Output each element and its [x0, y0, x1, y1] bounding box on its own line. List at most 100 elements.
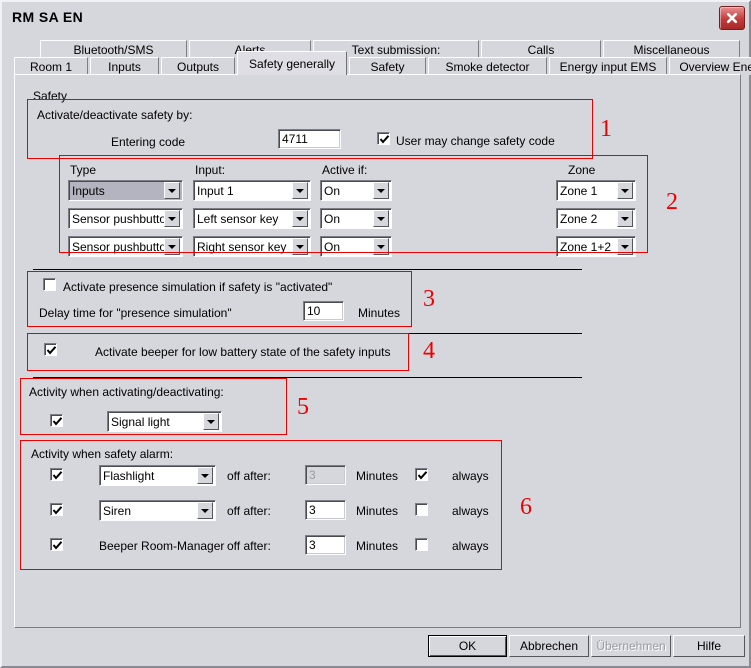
safety-row-1-input-select-value: Input 1: [197, 183, 234, 198]
user-may-change-label: User may change safety code: [396, 134, 555, 148]
alarm-row-2-minutes-input[interactable]: 3: [305, 500, 346, 520]
chevron-down-icon[interactable]: [373, 182, 389, 199]
alarm-row-3-enable-checkbox[interactable]: [50, 538, 63, 551]
chevron-down-icon[interactable]: [197, 502, 213, 519]
alarm-row-2-always-checkbox[interactable]: [415, 503, 428, 516]
tab-safety-generally[interactable]: Safety generally: [237, 51, 347, 75]
safety-row-3-active-select[interactable]: On: [320, 236, 392, 257]
alarm-row-3-always-checkbox[interactable]: [415, 538, 428, 551]
tab-label: Energy input EMS: [559, 59, 657, 74]
safety-row-1-zone-select[interactable]: Zone 1: [556, 180, 636, 201]
low-battery-beeper-checkbox[interactable]: [44, 343, 57, 356]
chevron-down-icon[interactable]: [617, 182, 633, 199]
help-button[interactable]: Hilfe: [673, 635, 745, 657]
safety-row-2-input-select[interactable]: Left sensor key: [193, 208, 311, 229]
tab-content-panel: Safety Activate/deactivate safety by: En…: [14, 74, 741, 628]
alarm-row-3-device-label: Beeper Room-Manager: [99, 539, 225, 553]
col-header-type: Type: [70, 163, 97, 177]
safety-row-3-input-select[interactable]: Right sensor key: [193, 236, 311, 257]
check-icon: [52, 471, 63, 480]
safety-row-1-input-select[interactable]: Input 1: [193, 180, 311, 201]
delay-minutes-label: Minutes: [358, 306, 401, 320]
alarm-row-2-enable-checkbox[interactable]: [50, 503, 63, 516]
tab-bluetooth-sms[interactable]: Bluetooth/SMS: [40, 40, 187, 58]
chevron-down-icon[interactable]: [617, 238, 633, 255]
tab-miscellaneous[interactable]: Miscellaneous: [603, 40, 740, 58]
close-icon[interactable]: [719, 6, 745, 30]
safety-row-1-type-select[interactable]: Inputs: [68, 180, 183, 201]
chevron-down-icon[interactable]: [164, 210, 180, 227]
section6-title: Activity when safety alarm:: [31, 447, 174, 461]
activating-activity-select[interactable]: Signal light: [107, 411, 222, 432]
tab-label: Text submission:: [351, 42, 441, 57]
alarm-row-3-minutes-input[interactable]: 3: [305, 535, 346, 555]
chevron-down-icon[interactable]: [617, 210, 633, 227]
annotation-number-6: 6: [520, 494, 532, 520]
activating-activity-checkbox[interactable]: [50, 414, 63, 427]
col-header-input: Input:: [195, 163, 226, 177]
safety-row-3-type-select-value: Sensor pushbutton: [72, 239, 164, 254]
alarm-row-1-device-select-value: Flashlight: [103, 468, 155, 483]
check-icon: [417, 471, 428, 480]
tab-inputs[interactable]: Inputs: [90, 57, 159, 75]
delay-time-label: Delay time for "presence simulation": [39, 306, 232, 320]
alarm-row-3-always-label: always: [452, 539, 489, 553]
chevron-down-icon[interactable]: [164, 182, 180, 199]
col-header-zone: Zone: [568, 163, 596, 177]
delay-time-input[interactable]: 10: [303, 301, 344, 321]
entering-code-input[interactable]: 4711: [278, 129, 341, 149]
safety-row-3-input-select-value: Right sensor key: [197, 239, 287, 254]
ok-button[interactable]: OK: [428, 635, 507, 657]
user-may-change-checkbox[interactable]: [377, 132, 390, 145]
alarm-row-1-minutes-label: Minutes: [356, 469, 399, 483]
safety-row-3-active-select-value: On: [324, 239, 341, 254]
alarm-row-1-minutes-input: 3: [305, 465, 346, 485]
tab-smoke-detector[interactable]: Smoke detector: [428, 57, 547, 75]
safety-row-1-type-select-value: Inputs: [72, 183, 105, 198]
apply-button: Übernehmen: [591, 635, 671, 657]
check-icon: [52, 541, 63, 550]
tab-outputs[interactable]: Outputs: [161, 57, 235, 75]
safety-row-2-active-select[interactable]: On: [320, 208, 392, 229]
tab-label: Safety: [370, 59, 405, 74]
tab-overview-energy[interactable]: Overview Energy: [669, 57, 751, 75]
chevron-down-icon[interactable]: [164, 238, 180, 255]
check-icon: [379, 135, 390, 144]
tab-calls[interactable]: Calls: [481, 40, 601, 58]
annotation-number-1: 1: [600, 116, 612, 142]
annotation-number-4: 4: [423, 338, 435, 364]
chevron-down-icon[interactable]: [292, 238, 308, 255]
section1-title: Activate/deactivate safety by:: [37, 108, 193, 122]
safety-row-2-zone-select[interactable]: Zone 2: [556, 208, 636, 229]
divider-1: [33, 269, 582, 270]
safety-row-3-type-select[interactable]: Sensor pushbutton: [68, 236, 183, 257]
alarm-row-1-device-select[interactable]: Flashlight: [99, 465, 216, 486]
cancel-button[interactable]: Abbrechen: [509, 635, 589, 657]
check-icon: [52, 506, 63, 515]
alarm-row-1-always-checkbox[interactable]: [415, 468, 428, 481]
chevron-down-icon[interactable]: [373, 238, 389, 255]
safety-row-2-zone-select-value: Zone 2: [560, 211, 598, 226]
safety-row-2-type-select[interactable]: Sensor pushbutton: [68, 208, 183, 229]
divider-2: [33, 333, 582, 334]
chevron-down-icon[interactable]: [197, 467, 213, 484]
safety-row-3-zone-select-value: Zone 1+2: [560, 239, 612, 254]
alarm-row-2-minutes-label: Minutes: [356, 504, 399, 518]
chevron-down-icon[interactable]: [292, 210, 308, 227]
alarm-row-1-off-after-label: off after:: [227, 469, 271, 483]
chevron-down-icon[interactable]: [373, 210, 389, 227]
alarm-row-3-off-after-label: off after:: [227, 539, 271, 553]
chevron-down-icon[interactable]: [203, 413, 219, 430]
tab-energy-input-ems[interactable]: Energy input EMS: [549, 57, 667, 75]
alarm-row-2-device-select[interactable]: Siren: [99, 500, 216, 521]
tab-room-1[interactable]: Room 1: [14, 57, 88, 75]
safety-row-1-active-select[interactable]: On: [320, 180, 392, 201]
safety-row-1-zone-select-value: Zone 1: [560, 183, 598, 198]
col-header-active-if: Active if:: [322, 163, 368, 177]
safety-row-3-zone-select[interactable]: Zone 1+2: [556, 236, 636, 257]
presence-simulation-checkbox[interactable]: [43, 278, 56, 291]
tab-safety[interactable]: Safety: [349, 57, 426, 75]
chevron-down-icon[interactable]: [292, 182, 308, 199]
alarm-row-1-enable-checkbox[interactable]: [50, 468, 63, 481]
tab-label: Calls: [527, 42, 555, 57]
